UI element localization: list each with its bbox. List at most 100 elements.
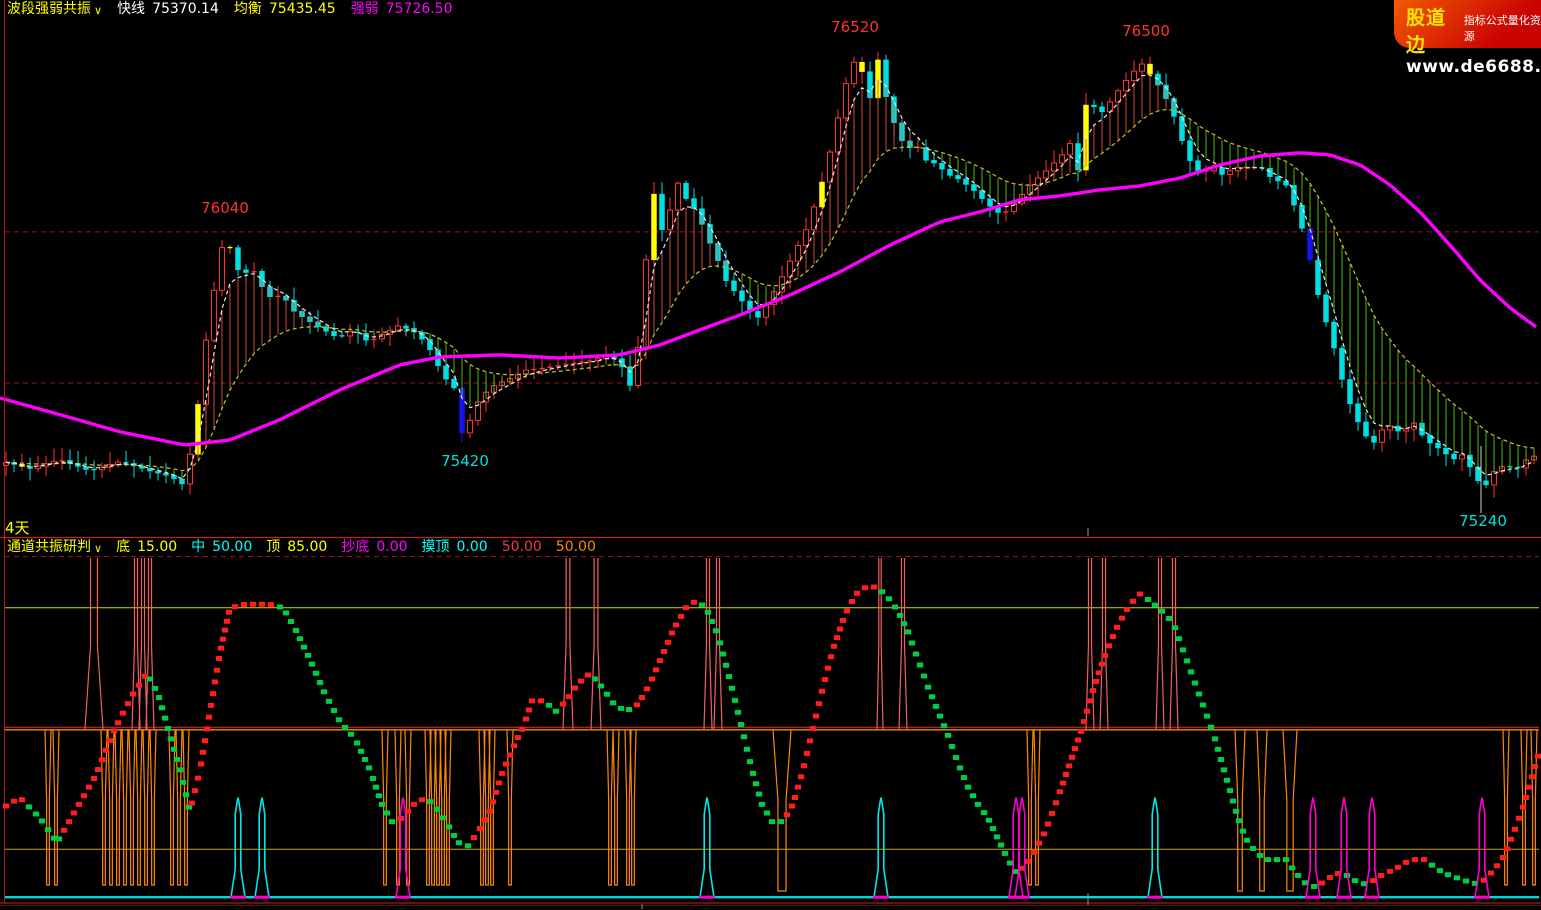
sub-indicator-selector[interactable]: 通道共振研判 ∨ — [7, 539, 102, 556]
oscillator-dash — [913, 651, 919, 656]
chevron-down-icon[interactable]: ∨ — [94, 2, 102, 19]
oscillator-dash — [1327, 875, 1333, 880]
oscillator-dash — [1152, 603, 1158, 608]
oscillator-dash — [949, 744, 955, 749]
oscillator-dash — [1102, 653, 1108, 658]
orange-spike — [129, 730, 135, 885]
oscillator-dash — [792, 795, 798, 800]
candle-body — [1124, 81, 1129, 91]
oscillator-dash — [1295, 873, 1301, 878]
orange-spike — [45, 730, 51, 885]
candle-body — [1060, 155, 1065, 163]
oscillator-dash — [825, 666, 831, 671]
price-label: 76500 — [1122, 22, 1170, 40]
field-balance-line: 均衡 75435.45 — [234, 1, 336, 18]
oscillator-dash — [764, 811, 770, 816]
oscillator-dash — [301, 645, 307, 650]
oscillator-dash — [961, 775, 967, 780]
oscillator-dash — [753, 781, 759, 786]
baseline-signal-segment — [254, 896, 270, 899]
candle-body — [452, 379, 457, 388]
oscillator-dash — [218, 646, 224, 651]
oscillator-dash — [1192, 680, 1198, 685]
salmon-spike — [1156, 558, 1164, 729]
oscillator-dash — [174, 757, 180, 762]
candle-body — [1044, 171, 1049, 178]
oscillator-dash — [1096, 670, 1102, 675]
oscillator-dash — [216, 656, 222, 661]
main-indicator-selector[interactable]: 波段强弱共振 ∨ — [7, 1, 102, 18]
candle-body — [740, 291, 745, 301]
oscillator-dash — [970, 793, 976, 798]
oscillator-dash — [130, 692, 136, 697]
oscillator-dash — [1378, 873, 1384, 878]
field-label: 顶 — [266, 539, 280, 556]
oscillator-dash — [937, 714, 943, 719]
oscillator-dash — [981, 810, 987, 815]
oscillator-dash — [657, 658, 663, 663]
oscillator-dash — [259, 602, 265, 607]
oscillator-dash — [1137, 591, 1143, 596]
oscillator-dash — [1159, 609, 1165, 614]
orange-spike — [122, 730, 128, 885]
main-indicator-title[interactable]: 波段强弱共振 — [7, 1, 91, 18]
oscillator-dash — [665, 640, 671, 645]
candle-body — [828, 152, 833, 182]
candle-body — [836, 118, 841, 152]
chart-canvas[interactable]: 76040765207650075420752404天 — [0, 0, 1541, 910]
candle-body — [1140, 64, 1145, 71]
oscillator-dash — [1031, 850, 1037, 855]
oscillator-dash — [1036, 841, 1042, 846]
field-value: 50.00 — [212, 539, 252, 556]
baseline-signal-segment — [1336, 896, 1352, 899]
oscillator-dash — [107, 738, 113, 743]
candle-body — [172, 475, 177, 479]
logo-banner[interactable]: 股道边 指标公式量化资源 www.de6688.com — [1394, 0, 1541, 48]
field-label: 摸顶 — [422, 539, 450, 556]
candle-body — [1380, 430, 1385, 442]
oscillator-dash — [673, 623, 679, 628]
oscillator-dash — [1099, 662, 1105, 667]
oscillator-dash — [726, 674, 732, 679]
oscillator-dash — [389, 819, 395, 824]
field-value: 0.00 — [376, 539, 407, 556]
oscillator-dash — [168, 736, 174, 741]
oscillator-dash — [496, 780, 502, 785]
oscillator-dash — [807, 738, 813, 743]
sub-indicator-title[interactable]: 通道共振研判 — [7, 539, 91, 556]
oscillator-dash — [810, 726, 816, 731]
oscillator-dash — [1319, 881, 1325, 886]
logo-url: www.de6688.com — [1406, 57, 1541, 77]
oscillator-dash — [192, 788, 198, 793]
oscillator-dash — [370, 776, 376, 781]
oscillator-dash — [206, 715, 212, 720]
baseline-signal-segment — [395, 896, 411, 899]
oscillator-dash — [1494, 863, 1500, 868]
oscillator-dash — [1119, 616, 1125, 621]
oscillator-dash — [1130, 599, 1136, 604]
oscillator-dash — [195, 776, 201, 781]
oscillator-dash — [1124, 607, 1130, 612]
oscillator-dash — [309, 662, 315, 667]
oscillator-dash — [1180, 647, 1186, 652]
oscillator-dash — [828, 654, 834, 659]
oscillator-dash — [348, 732, 354, 737]
chevron-down-icon[interactable]: ∨ — [94, 540, 102, 557]
orange-spike — [1257, 730, 1267, 891]
orange-spike — [169, 730, 175, 885]
oscillator-dash — [162, 716, 168, 721]
oscillator-dash — [156, 695, 162, 700]
orange-spike — [150, 730, 156, 885]
ma-line-yellow — [6, 110, 1534, 471]
field-label: 强弱 — [351, 1, 379, 18]
oscillator-dash — [427, 799, 433, 804]
oscillator-dash — [1184, 658, 1190, 663]
orange-spike — [136, 730, 142, 885]
candle-body — [1348, 379, 1353, 403]
oscillator-dash — [1504, 846, 1510, 851]
oscillator-dash — [1227, 788, 1233, 793]
oscillator-dash — [76, 802, 82, 807]
salmon-spike — [591, 558, 601, 729]
candle-body — [1308, 228, 1313, 260]
orange-spike — [143, 730, 149, 885]
